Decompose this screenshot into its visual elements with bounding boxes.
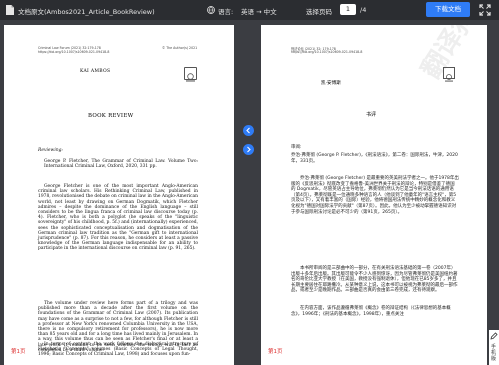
body-paragraph-1-cn: 乔治·弗莱彻 (George Fletcher) 是最重要的英美刑法学者之一。他… <box>291 176 459 215</box>
chevron-right-icon <box>247 146 251 153</box>
body-paragraph-2-cn: 本书所审阅的是三部曲中的一部分，在有关刑法语法基础的第一卷（2007年）出版十多… <box>291 266 458 294</box>
check-for-updates-icon[interactable] <box>443 67 455 82</box>
article-title: BOOK REVIEW <box>88 113 134 119</box>
body-paragraph-3: In terms of content, the work follows th… <box>38 342 198 358</box>
translated-page: 翻译狗 fanyigou 刑法论坛 (2021) 32: 179-178 htt… <box>261 25 487 365</box>
body-paragraph-3-cn: 在内容方面，该作品遵循弗莱彻《概念》卷的辩证结构（《法律思想的基本概念》，199… <box>291 306 451 317</box>
download-document-button[interactable]: 下载文档 <box>426 2 470 17</box>
fullscreen-icon[interactable] <box>479 4 491 16</box>
page-number-label-cn: 第1页 <box>268 349 283 355</box>
page-select-label: 选择页码 <box>306 8 332 16</box>
copyright-notice: © The Author(s) 2021 <box>162 46 198 50</box>
chevron-left-icon <box>246 127 250 134</box>
reviewing-label-cn: 审阅: <box>291 145 302 150</box>
language-label: 语言: <box>218 8 234 16</box>
file-icon <box>6 5 14 15</box>
reviewing-label: Reviewing: <box>38 148 63 153</box>
book-reference: George P. Fletcher, The Grammar of Crimi… <box>44 159 198 170</box>
edit-icon[interactable] <box>490 332 498 340</box>
page-number-label: 第1页 <box>11 349 26 355</box>
translate-icon <box>207 6 215 14</box>
page-total: /4 <box>360 6 367 14</box>
sync-left-button[interactable] <box>243 125 254 136</box>
top-toolbar: 文档原文(Ambos2021_Article_BookReview) 语言: 英… <box>0 0 499 20</box>
book-reference-cn: 乔治·弗莱彻 (George P. Fletcher)，《刑法语法》，第二卷：国… <box>291 153 458 164</box>
article-author-cn: 凯·安博斯 <box>321 81 341 86</box>
doi-link-cn[interactable]: https://doi.org/10.1007/s10609-021-09418… <box>291 50 362 54</box>
side-tool-panel: 手机版 <box>489 330 499 365</box>
document-filename: 文档原文(Ambos2021_Article_BookReview) <box>18 8 155 16</box>
doi-link[interactable]: https://doi.org/10.1007/s10609-021-09418… <box>38 50 109 54</box>
article-title-cn: 书评 <box>366 112 377 118</box>
body-paragraph-1: George Fletcher is one of the most impor… <box>38 184 198 252</box>
language-selector[interactable]: 英语 → 中文 <box>241 6 277 16</box>
original-page: Criminal Law Forum (2021) 32:179-178 htt… <box>4 25 234 365</box>
check-for-updates-icon[interactable] <box>184 67 197 82</box>
article-author: KAI AMBOS <box>80 69 111 74</box>
sync-right-button[interactable] <box>243 144 254 155</box>
page-number-input[interactable]: 1 <box>340 4 356 15</box>
mobile-version-link[interactable]: 手机版 <box>491 344 497 362</box>
